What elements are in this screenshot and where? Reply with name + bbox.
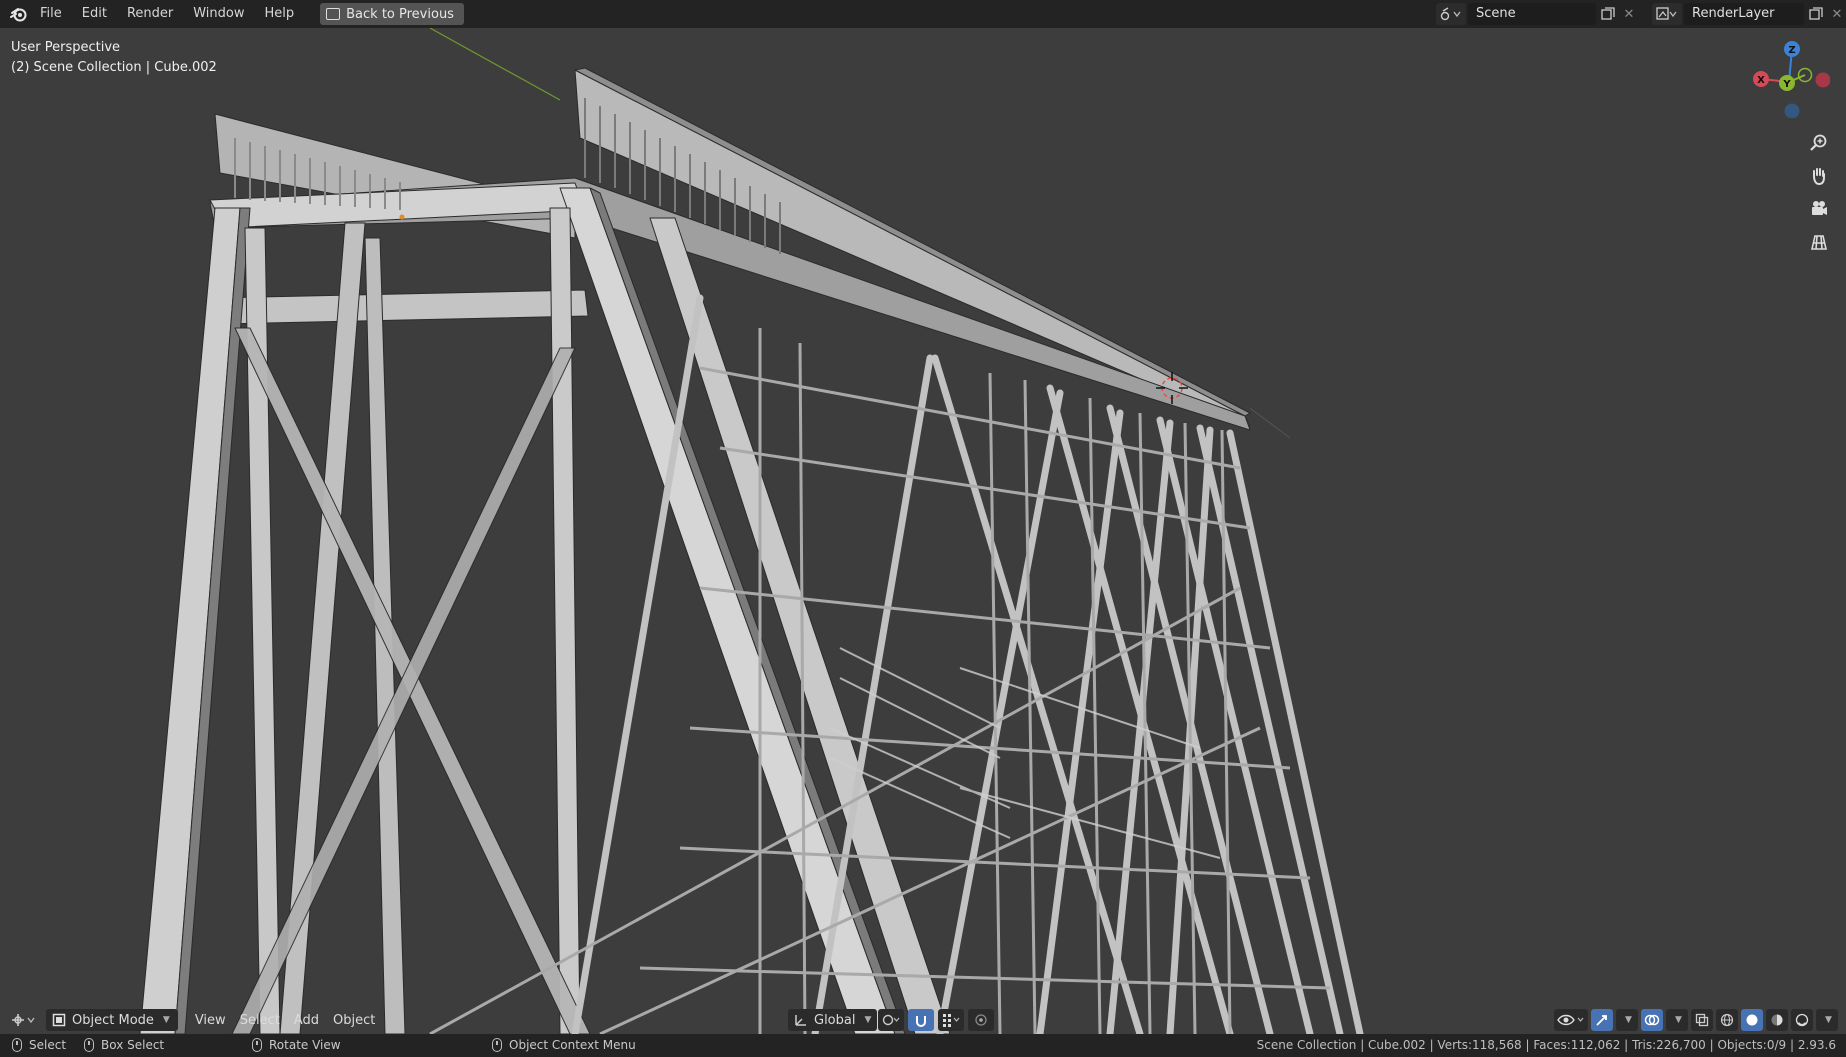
editor-type-button[interactable] <box>10 1009 42 1031</box>
viewport-header: Object Mode ▼ View Select Add Object Glo… <box>0 1006 1846 1034</box>
gizmo-z-label: Z <box>1788 45 1795 56</box>
viewport-display-controls: ▼ ▼ ▼ <box>1554 1009 1838 1031</box>
status-context-menu-label: Object Context Menu <box>509 1038 636 1052</box>
object-mode-dropdown[interactable]: Object Mode ▼ <box>46 1009 178 1031</box>
status-context-menu: Object Context Menu <box>492 1038 636 1052</box>
camera-icon[interactable] <box>1806 196 1832 222</box>
status-select: Select <box>12 1038 66 1052</box>
orientation-label: Global <box>814 1012 856 1028</box>
mouse-right-icon <box>492 1038 502 1052</box>
material-shading-icon[interactable] <box>1766 1009 1788 1031</box>
render-layer-icon <box>1656 7 1677 20</box>
orientation-icon <box>795 1015 806 1026</box>
menu-render[interactable]: Render <box>117 0 183 28</box>
header-menu-view[interactable]: View <box>188 1009 233 1031</box>
xray-icon[interactable] <box>1691 1009 1713 1031</box>
snap-controls <box>878 1009 994 1031</box>
status-rotate-view: Rotate View <box>252 1038 341 1052</box>
status-rotate-view-label: Rotate View <box>269 1038 341 1052</box>
proportional-icon[interactable] <box>968 1009 994 1031</box>
shading-icon[interactable]: ▼ <box>1816 1009 1838 1031</box>
menu-file[interactable]: File <box>30 0 72 28</box>
close-icon[interactable]: ✕ <box>1620 3 1638 25</box>
object-mode-label: Object Mode <box>72 1012 154 1028</box>
header-menu-select[interactable]: Select <box>233 1009 287 1031</box>
top-bar: File Edit Render Window Help Back to Pre… <box>0 0 1846 28</box>
blender-logo-icon[interactable] <box>8 3 30 25</box>
mouse-drag-icon <box>84 1038 94 1052</box>
back-to-previous-button[interactable]: Back to Previous <box>320 3 464 25</box>
grid-icon[interactable] <box>1806 229 1832 255</box>
chevron-down-icon[interactable]: ▼ <box>1616 1009 1638 1031</box>
wireframe-shading-icon[interactable] <box>1716 1009 1738 1031</box>
overlay-icon[interactable] <box>1641 1009 1663 1031</box>
chevron-down-icon: ▼ <box>864 1015 872 1025</box>
back-to-previous-label: Back to Previous <box>346 6 454 22</box>
status-box-select: Box Select <box>84 1038 164 1052</box>
mouse-left-icon <box>12 1038 22 1052</box>
status-select-label: Select <box>29 1038 67 1052</box>
pivot-icon[interactable] <box>878 1009 904 1031</box>
object-origin <box>399 214 405 220</box>
scene-name-field[interactable]: Scene <box>1468 3 1596 25</box>
chevron-down-icon[interactable]: ▼ <box>1666 1009 1688 1031</box>
scene-statistics: Scene Collection | Cube.002 | Verts:118,… <box>1256 1038 1836 1052</box>
transform-orientation-dropdown[interactable]: Global ▼ <box>788 1009 878 1031</box>
visibility-icon[interactable] <box>1554 1009 1588 1031</box>
top-right-controls: Scene ✕ RenderLayer ✕ <box>1436 3 1846 25</box>
close-icon[interactable]: ✕ <box>1828 3 1846 25</box>
header-menu-object[interactable]: Object <box>326 1009 382 1031</box>
back-icon <box>326 8 341 20</box>
zoom-icon[interactable] <box>1806 130 1832 156</box>
copy-icon[interactable] <box>1804 3 1828 25</box>
rendered-shading-icon[interactable] <box>1791 1009 1813 1031</box>
gizmo-x-label: X <box>1757 75 1765 86</box>
hand-icon[interactable] <box>1806 163 1832 189</box>
scene-selector-button[interactable] <box>1436 3 1466 25</box>
scene-icon <box>1440 7 1461 21</box>
perspective-label: User Perspective <box>11 40 121 55</box>
status-bar: Select Box Select Rotate View Object Con… <box>0 1034 1846 1057</box>
chevron-down-icon: ▼ <box>162 1015 170 1025</box>
status-box-select-label: Box Select <box>101 1038 165 1052</box>
mouse-middle-icon <box>252 1038 262 1052</box>
gizmo-y-label: Y <box>1782 79 1791 90</box>
collection-label: (2) Scene Collection | Cube.002 <box>11 60 217 75</box>
snap-grid-icon[interactable] <box>938 1009 964 1031</box>
solid-shading-icon[interactable] <box>1741 1009 1763 1031</box>
render-layer-selector-button[interactable] <box>1652 3 1682 25</box>
menu-help[interactable]: Help <box>255 0 305 28</box>
snap-icon[interactable] <box>908 1009 934 1031</box>
header-menu-add[interactable]: Add <box>287 1009 326 1031</box>
render-layer-name-field[interactable]: RenderLayer <box>1684 3 1804 25</box>
menu-edit[interactable]: Edit <box>72 0 117 28</box>
bridge-model <box>139 28 1364 1034</box>
copy-icon[interactable] <box>1596 3 1620 25</box>
navigation-gizmo[interactable]: Z X Y <box>1750 38 1831 119</box>
3d-viewport[interactable]: User Perspective (2) Scene Collection | … <box>0 28 1846 1034</box>
mode-icon <box>52 1013 66 1027</box>
gizmo-toggle-icon[interactable] <box>1591 1009 1613 1031</box>
transform-icon <box>12 1014 35 1026</box>
menu-window[interactable]: Window <box>183 0 254 28</box>
